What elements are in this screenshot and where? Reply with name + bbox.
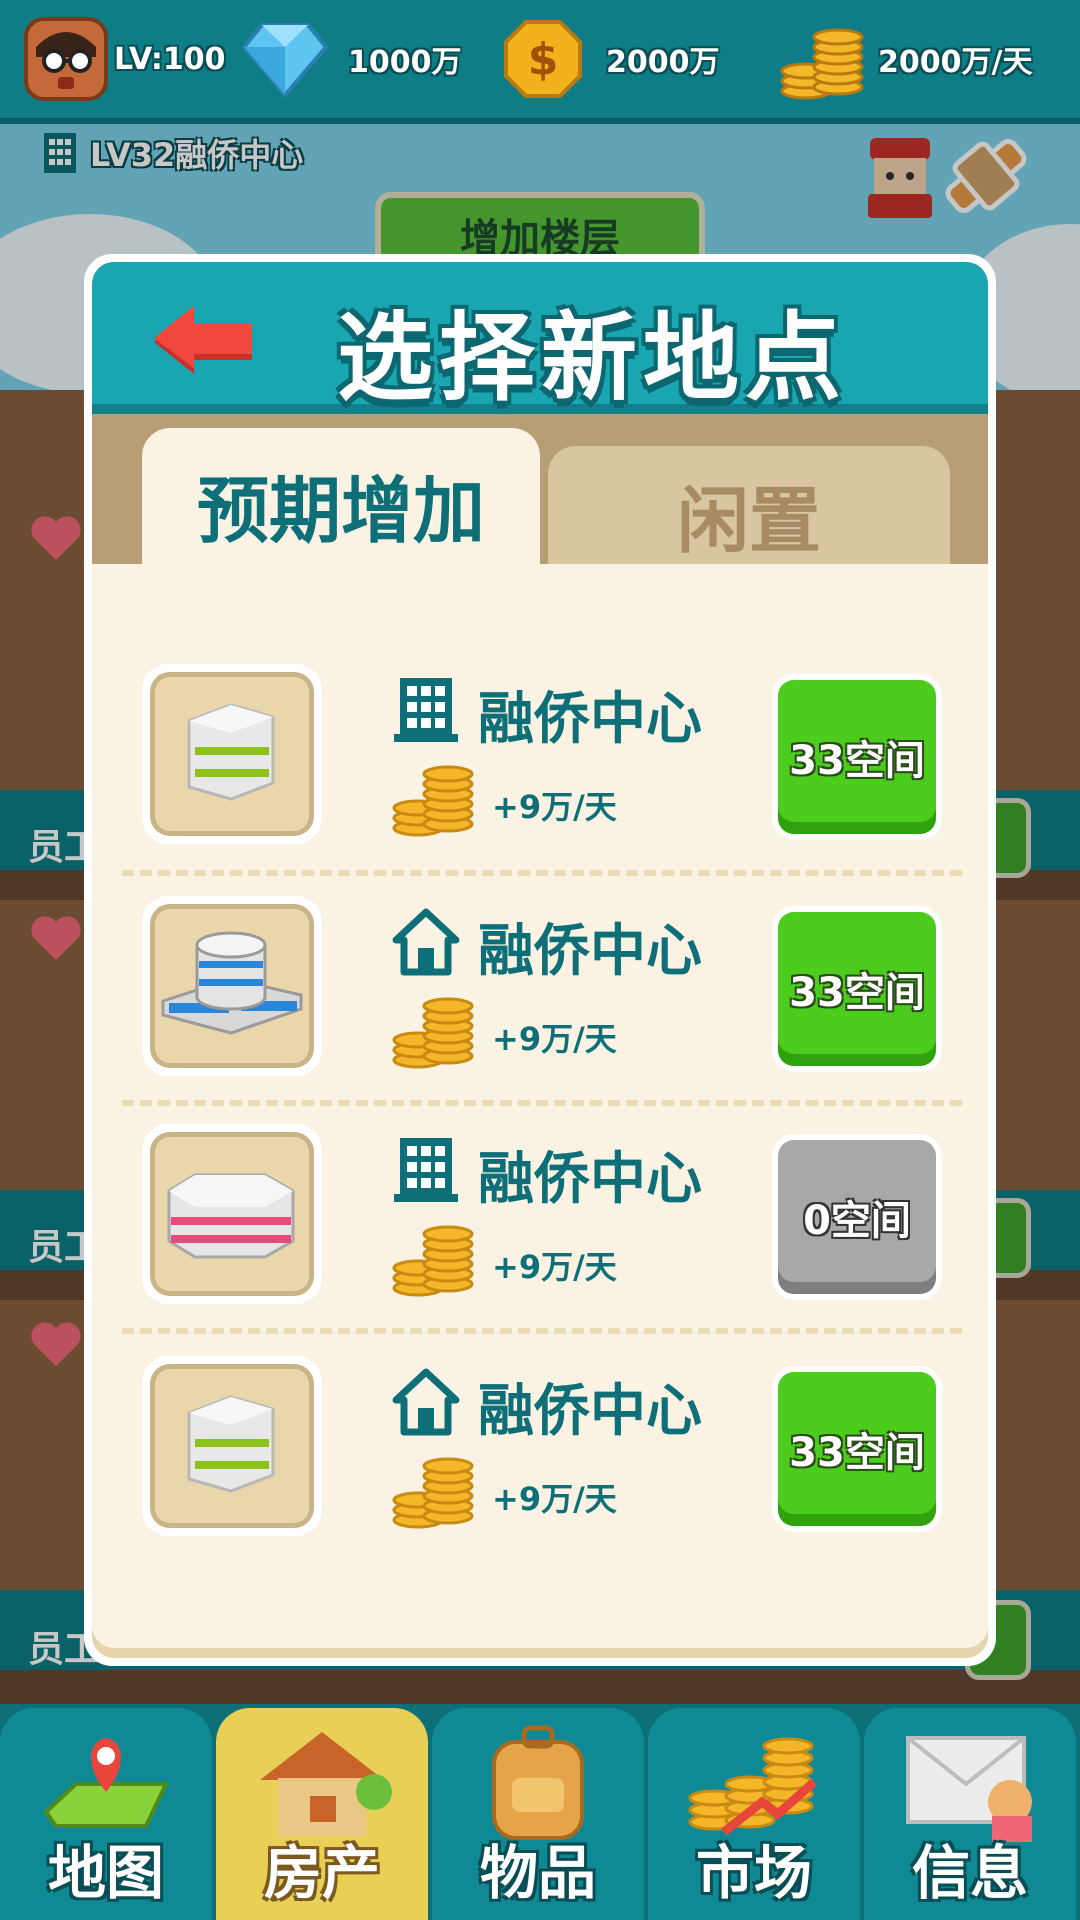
- building-thumbnail: [142, 1356, 322, 1536]
- house-icon: [392, 908, 460, 976]
- location-name: 融侨中心: [478, 687, 702, 752]
- building-thumbnail: [142, 664, 322, 844]
- pink-tower-icon: [167, 1173, 295, 1259]
- space-button[interactable]: 33空间: [772, 1366, 942, 1532]
- space-button-label: 33空间: [778, 680, 936, 834]
- svg-text:$: $: [528, 34, 559, 85]
- backpack-icon: [492, 1725, 584, 1840]
- nav-items[interactable]: 物品: [432, 1708, 644, 1920]
- nav-items-label: 物品: [479, 1839, 596, 1907]
- dollar-coin-icon: $: [504, 20, 582, 98]
- coin-stack-icon: [392, 1225, 474, 1297]
- row-divider: [122, 1100, 962, 1106]
- level-text: LV:100: [114, 41, 226, 77]
- blue-tower-icon: [161, 931, 303, 1035]
- nav-map-label: 地图: [47, 1839, 164, 1907]
- row-divider: [122, 1328, 962, 1334]
- row-divider: [122, 870, 962, 876]
- property-icon: [260, 1732, 392, 1836]
- back-arrow-icon[interactable]: [148, 302, 258, 382]
- space-button-label: 0空间: [778, 1140, 936, 1294]
- cash-amount: 2000万: [606, 45, 720, 80]
- nav-property-label: 房产: [263, 1839, 380, 1907]
- select-location-dialog: 选择新地点 预期增加 闲置 融侨中心 +9万/天 33空间 融侨中心 +9万/天…: [84, 254, 996, 1666]
- location-row[interactable]: 融侨中心 +9万/天 33空间: [92, 1356, 988, 1574]
- nav-messages-label: 信息: [911, 1839, 1028, 1907]
- office-building-icon: [394, 1138, 458, 1202]
- space-button-label: 33空间: [778, 912, 936, 1066]
- location-row[interactable]: 融侨中心 +9万/天 33空间: [92, 664, 988, 882]
- diamond-counter[interactable]: 1000万: [240, 14, 462, 104]
- building-thumbnail: [142, 896, 322, 1076]
- top-status-bar: LV:100 1000万 $ 2000万 2000万/天: [0, 0, 1080, 124]
- nav-map[interactable]: 地图: [0, 1708, 212, 1920]
- map-icon: [43, 1738, 170, 1828]
- market-icon: [688, 1737, 817, 1836]
- player-level[interactable]: LV:100: [24, 14, 225, 104]
- coin-stack-icon: [392, 1457, 474, 1529]
- coin-stack-icon: [392, 997, 474, 1069]
- mail-icon: [906, 1736, 1032, 1842]
- office-building-icon: [394, 678, 458, 742]
- nav-messages[interactable]: 信息: [864, 1708, 1076, 1920]
- income-counter[interactable]: 2000万/天: [776, 14, 1032, 104]
- space-button-label: 33空间: [778, 1372, 936, 1526]
- tab-idle[interactable]: 闲置: [548, 446, 950, 564]
- space-button[interactable]: 33空间: [772, 674, 942, 840]
- diamond-amount: 1000万: [348, 45, 462, 80]
- building-thumbnail: [142, 1124, 322, 1304]
- cash-counter[interactable]: $ 2000万: [502, 14, 720, 104]
- green-tower-icon: [187, 703, 275, 801]
- coin-stack-icon: [392, 765, 474, 837]
- nav-market[interactable]: 市场: [648, 1708, 860, 1920]
- income-amount: 2000万/天: [878, 45, 1033, 80]
- diamond-icon: [241, 23, 329, 99]
- tab-expected-increase[interactable]: 预期增加: [142, 428, 540, 564]
- location-name: 融侨中心: [478, 919, 702, 984]
- location-income: +9万/天: [492, 788, 617, 826]
- space-button[interactable]: 33空间: [772, 906, 942, 1072]
- location-income: +9万/天: [492, 1480, 617, 1518]
- location-row[interactable]: 融侨中心 +9万/天 33空间: [92, 896, 988, 1114]
- location-income: +9万/天: [492, 1020, 617, 1058]
- player-avatar-icon: [24, 17, 108, 101]
- nav-property[interactable]: 房产: [216, 1708, 428, 1920]
- green-tower-icon: [187, 1395, 275, 1493]
- nav-market-label: 市场: [695, 1839, 812, 1907]
- location-income: +9万/天: [492, 1248, 617, 1286]
- space-button[interactable]: 0空间: [772, 1134, 942, 1300]
- coin-stack-icon: [780, 28, 864, 100]
- location-name: 融侨中心: [478, 1379, 702, 1444]
- location-name: 融侨中心: [478, 1147, 702, 1212]
- location-row[interactable]: 融侨中心 +9万/天 0空间: [92, 1124, 988, 1342]
- dialog-title: 选择新地点: [337, 302, 847, 414]
- house-icon: [392, 1368, 460, 1436]
